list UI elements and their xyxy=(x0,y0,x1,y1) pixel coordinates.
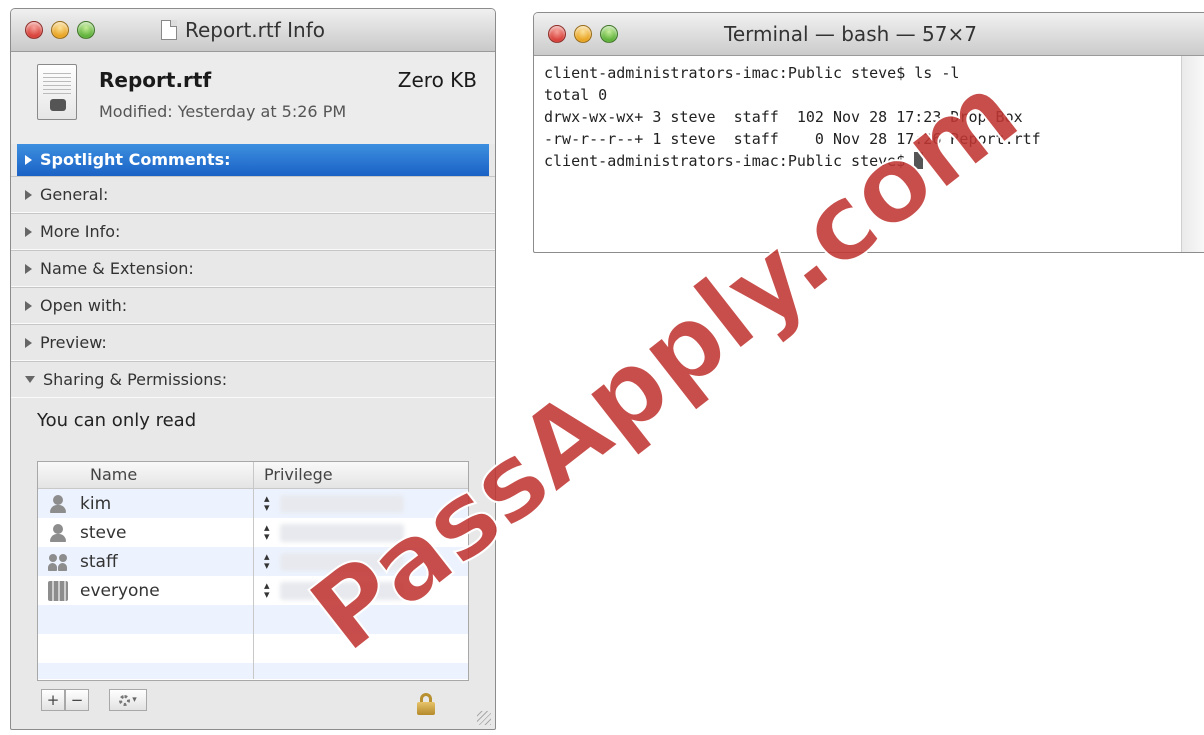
text-cursor xyxy=(914,152,924,169)
chevron-down-icon: ▾ xyxy=(132,695,137,705)
section-name-extension[interactable]: Name & Extension: xyxy=(11,250,495,287)
window-controls xyxy=(548,25,618,43)
section-general[interactable]: General: xyxy=(11,176,495,213)
terminal-window: Terminal — bash — 57×7 client-administra… xyxy=(533,12,1204,253)
terminal-line: total 0 xyxy=(544,86,608,104)
section-preview[interactable]: Preview: xyxy=(11,324,495,361)
file-header: Report.rtf Zero KB Modified: Yesterday a… xyxy=(11,52,495,144)
info-titlebar[interactable]: Report.rtf Info xyxy=(11,9,495,52)
section-more-info[interactable]: More Info: xyxy=(11,213,495,250)
section-spotlight-comments[interactable]: Spotlight Comments: xyxy=(17,144,489,176)
disclosure-triangle-icon xyxy=(25,300,32,311)
everyone-icon xyxy=(48,580,68,601)
user-icon xyxy=(48,523,68,543)
close-button[interactable] xyxy=(25,21,43,39)
column-header-name[interactable]: Name xyxy=(38,462,254,488)
disclosure-triangle-expanded-icon xyxy=(25,376,35,383)
file-name: Report.rtf xyxy=(99,68,212,92)
terminal-titlebar[interactable]: Terminal — bash — 57×7 xyxy=(534,13,1204,56)
section-sharing-permissions[interactable]: Sharing & Permissions: xyxy=(11,361,495,398)
permission-row-staff[interactable]: staff ▴ ▾ xyxy=(38,547,468,576)
terminal-scrollbar[interactable] xyxy=(1181,56,1204,252)
close-button[interactable] xyxy=(548,25,566,43)
group-icon xyxy=(48,552,68,572)
rtf-document-icon xyxy=(37,64,77,120)
terminal-output[interactable]: client-administrators-imac:Public steve$… xyxy=(534,56,1182,252)
file-size: Zero KB xyxy=(397,68,477,92)
empty-row xyxy=(38,634,468,663)
terminal-line: drwx-wx-wx+ 3 steve staff 102 Nov 28 17:… xyxy=(544,108,1023,126)
info-window: Report.rtf Info Report.rtf Zero KB Modif… xyxy=(10,8,496,730)
terminal-prompt: client-administrators-imac:Public steve$ xyxy=(544,152,915,170)
disclosure-triangle-icon xyxy=(25,155,32,165)
document-icon xyxy=(161,20,177,40)
permission-row-everyone[interactable]: everyone ▴ ▾ xyxy=(38,576,468,605)
privilege-stepper-icon[interactable]: ▴ ▾ xyxy=(264,551,272,571)
window-controls xyxy=(25,21,95,39)
disclosure-triangle-icon xyxy=(25,189,32,200)
privilege-value[interactable] xyxy=(280,581,404,600)
permission-row-steve[interactable]: steve ▴ ▾ xyxy=(38,518,468,547)
disclosure-triangle-icon xyxy=(25,226,32,237)
terminal-line: client-administrators-imac:Public steve$… xyxy=(544,64,960,82)
permissions-toolbar: + − ▾ xyxy=(41,689,147,711)
window-title: Report.rtf Info xyxy=(185,18,325,42)
zoom-button[interactable] xyxy=(77,21,95,39)
privilege-value[interactable] xyxy=(280,552,404,571)
terminal-prompt-line: client-administrators-imac:Public steve$ xyxy=(544,150,1172,172)
add-permission-button[interactable]: + xyxy=(41,689,65,711)
section-open-with[interactable]: Open with: xyxy=(11,287,495,324)
lock-icon[interactable] xyxy=(417,693,435,715)
minimize-button[interactable] xyxy=(51,21,69,39)
permission-row-kim[interactable]: kim ▴ ▾ xyxy=(38,489,468,518)
empty-row xyxy=(38,663,468,679)
action-menu-button[interactable]: ▾ xyxy=(109,689,147,711)
terminal-title: Terminal — bash — 57×7 xyxy=(724,22,977,46)
disclosure-triangle-icon xyxy=(25,263,32,274)
remove-permission-button[interactable]: − xyxy=(65,689,89,711)
gear-icon xyxy=(119,694,131,706)
privilege-stepper-icon[interactable]: ▴ ▾ xyxy=(264,493,272,513)
resize-grip[interactable] xyxy=(477,711,491,725)
file-modified: Modified: Yesterday at 5:26 PM xyxy=(99,102,347,121)
minimize-button[interactable] xyxy=(574,25,592,43)
permissions-table-header: Name Privilege xyxy=(38,462,468,489)
disclosure-triangle-icon xyxy=(25,337,32,348)
privilege-stepper-icon[interactable]: ▴ ▾ xyxy=(264,580,272,600)
privilege-value[interactable] xyxy=(280,494,404,513)
permission-note: You can only read xyxy=(37,410,197,431)
zoom-button[interactable] xyxy=(600,25,618,43)
column-header-privilege[interactable]: Privilege xyxy=(254,462,468,488)
privilege-value[interactable] xyxy=(280,523,404,542)
permissions-table: Name Privilege kim ▴ ▾ steve ▴ ▾ staff ▴ ▾ … xyxy=(37,461,469,681)
empty-row xyxy=(38,605,468,634)
terminal-line: -rw-r--r--+ 1 steve staff 0 Nov 28 17:26… xyxy=(544,130,1041,148)
privilege-stepper-icon[interactable]: ▴ ▾ xyxy=(264,522,272,542)
user-icon xyxy=(48,494,68,514)
